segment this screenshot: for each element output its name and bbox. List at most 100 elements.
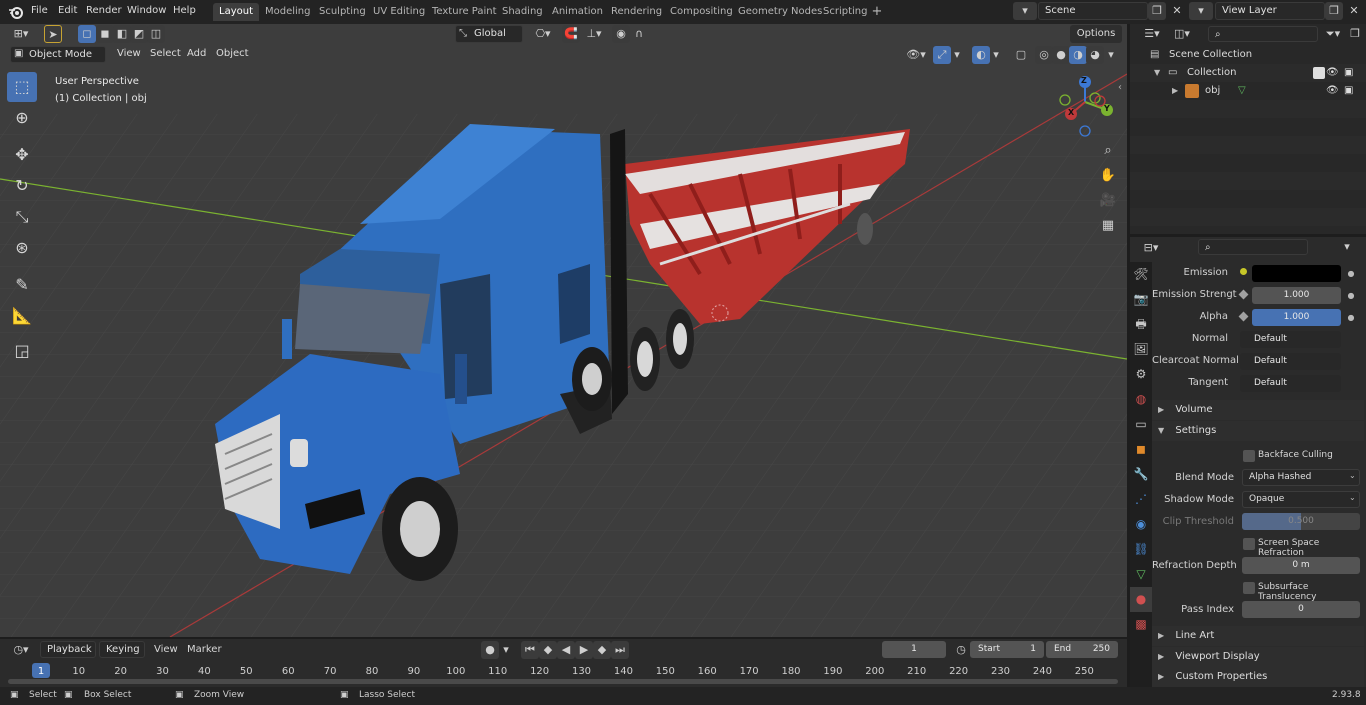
keying-set-icon[interactable]: ▾ [499, 641, 513, 659]
alpha-keyframe-dot[interactable]: ● [1344, 309, 1358, 326]
timeline-editor-type-icon[interactable]: ◷▾ [8, 641, 34, 659]
refraction-depth-field[interactable]: 0 m [1242, 557, 1360, 574]
select-subtract-icon[interactable]: ◧ [113, 25, 131, 43]
menu-help[interactable]: Help [173, 5, 196, 16]
outliner-row-scene-collection[interactable]: ▤ Scene Collection [1130, 46, 1366, 64]
start-frame-field[interactable]: Start 1 [970, 641, 1044, 658]
playback-menu[interactable]: Playback [40, 641, 96, 658]
transform-tool-icon[interactable]: ⊛ [7, 233, 37, 263]
visibility-eye-icon[interactable]: 👁 [1326, 82, 1339, 100]
tab-geometry-nodes[interactable]: Geometry Nodes [732, 3, 828, 21]
tangent-field[interactable]: Default [1240, 375, 1341, 392]
sidebar-toggle-icon[interactable]: ‹ [1118, 82, 1122, 93]
backface-culling-checkbox[interactable] [1243, 450, 1255, 462]
timeline-marker-menu[interactable]: Marker [187, 644, 222, 655]
properties-options-icon[interactable]: ▾ [1338, 238, 1356, 256]
menu-add[interactable]: Add [187, 48, 206, 59]
blend-mode-dropdown[interactable]: Alpha Hashed [1242, 469, 1360, 486]
render-tab-icon[interactable]: 📷 [1130, 287, 1152, 312]
outliner-filter-icon[interactable]: ⏷▾ [1322, 25, 1344, 43]
physics-tab-icon[interactable]: ◉ [1130, 512, 1152, 537]
gizmo-dropdown-icon[interactable]: ▾ [951, 46, 963, 64]
shadow-mode-dropdown[interactable]: Opaque [1242, 491, 1360, 508]
view-layer-icon[interactable]: ▾ [1189, 2, 1213, 20]
shading-dropdown-icon[interactable]: ▾ [1105, 46, 1117, 64]
modifier-tab-icon[interactable]: 🔧 [1130, 462, 1152, 487]
timeline-view-menu[interactable]: View [154, 644, 178, 655]
menu-window[interactable]: Window [127, 5, 166, 16]
output-tab-icon[interactable]: 🖶 [1130, 312, 1152, 337]
add-workspace-button[interactable]: + [870, 4, 884, 19]
emission-color-swatch[interactable] [1252, 265, 1341, 282]
pass-index-field[interactable]: 0 [1242, 601, 1360, 618]
object-data-tab-icon[interactable]: ▽ [1130, 562, 1152, 587]
pan-hand-icon[interactable]: ✋ [1097, 165, 1119, 187]
emission-socket-icon[interactable] [1240, 268, 1247, 275]
overlay-dropdown-icon[interactable]: ▾ [990, 46, 1002, 64]
expand-arrow-icon[interactable]: ▼ [1154, 64, 1160, 82]
custom-properties-panel-header[interactable]: ▶ Custom Properties [1152, 667, 1364, 687]
viewport-display-panel-header[interactable]: ▶ Viewport Display [1152, 647, 1364, 667]
select-intersect-icon[interactable]: ◫ [147, 25, 165, 43]
jump-end-icon[interactable]: ⏭ [611, 641, 629, 659]
tab-layout[interactable]: Layout [213, 3, 259, 21]
scene-type-icon[interactable]: ▾ [1013, 2, 1037, 20]
outliner-row-obj[interactable]: ▶ obj ▽ 👁 ▣ [1130, 82, 1366, 100]
menu-select[interactable]: Select [150, 48, 181, 59]
select-box-tool-icon[interactable]: ⬚ [7, 72, 37, 102]
outliner-search-field[interactable]: ⌕ [1208, 26, 1318, 42]
visibility-eye-icon[interactable]: 👁 [1326, 64, 1339, 82]
menu-edit[interactable]: Edit [58, 5, 77, 16]
properties-editor-type-icon[interactable]: ⊟▾ [1138, 239, 1164, 257]
particles-tab-icon[interactable]: ⋰ [1130, 487, 1152, 512]
tab-texture-paint[interactable]: Texture Paint [426, 3, 503, 21]
editor-type-icon[interactable]: ⊞▾ [8, 25, 34, 43]
3d-viewport[interactable]: User Perspective (1) Collection | obj Z … [0, 24, 1127, 637]
camera-view-icon[interactable]: 🎥 [1097, 190, 1119, 212]
play-reverse-icon[interactable]: ◀ [557, 641, 575, 659]
select-tool-icon[interactable]: ➤ [44, 25, 62, 43]
texture-tab-icon[interactable]: ▩ [1130, 612, 1152, 637]
visibility-icon[interactable]: 👁▾ [902, 46, 930, 64]
snap-toggle-icon[interactable]: 🧲 [562, 25, 580, 43]
tab-sculpting[interactable]: Sculpting [313, 3, 372, 21]
scale-tool-icon[interactable]: ⤡ [7, 202, 37, 232]
xray-toggle-icon[interactable]: ▢ [1012, 46, 1030, 64]
new-collection-icon[interactable]: ❐ [1346, 25, 1364, 43]
volume-panel-header[interactable]: ▶ Volume [1152, 400, 1364, 420]
rendered-shading-icon[interactable]: ◕ [1086, 46, 1104, 64]
wireframe-shading-icon[interactable]: ◎ [1035, 46, 1053, 64]
subsurface-translucency-checkbox[interactable] [1243, 582, 1255, 594]
end-frame-field[interactable]: End 250 [1046, 641, 1118, 658]
rotate-tool-icon[interactable]: ↻ [7, 171, 37, 201]
proportional-falloff-icon[interactable]: ∩ [630, 25, 648, 43]
world-tab-icon[interactable]: ◍ [1130, 387, 1152, 412]
select-new-icon[interactable]: ◻ [78, 25, 96, 43]
gizmo-toggle-icon[interactable]: ⤢ [933, 46, 951, 64]
clip-threshold-slider[interactable]: 0.500 [1242, 513, 1360, 530]
options-button[interactable]: Options [1070, 25, 1122, 43]
jump-start-icon[interactable]: ⏮ [521, 641, 539, 659]
outliner-display-mode-icon[interactable]: ◫▾ [1170, 25, 1194, 43]
screen-space-refraction-checkbox[interactable] [1243, 538, 1255, 550]
measure-tool-icon[interactable]: 📐 [7, 301, 37, 331]
move-tool-icon[interactable]: ✥ [7, 140, 37, 170]
select-invert-icon[interactable]: ◩ [130, 25, 148, 43]
scene-copy-icon[interactable]: ❐ [1148, 2, 1166, 20]
tool-tab-icon[interactable]: 🛠 [1130, 262, 1152, 287]
pivot-point-icon[interactable]: ⎔▾ [530, 25, 556, 43]
solid-shading-icon[interactable]: ● [1052, 46, 1070, 64]
mesh-data-icon[interactable]: ▽ [1238, 82, 1246, 100]
view-layer-field[interactable]: View Layer [1215, 2, 1325, 20]
blender-logo-icon[interactable] [8, 4, 24, 20]
next-keyframe-icon[interactable]: ◆ [593, 641, 611, 659]
alpha-field[interactable]: 1.000 [1252, 309, 1341, 326]
emission-strength-field[interactable]: 1.000 [1252, 287, 1341, 304]
view-layer-copy-icon[interactable]: ❐ [1325, 2, 1343, 20]
exclude-checkbox[interactable] [1313, 67, 1325, 79]
view-layer-tab-icon[interactable]: 🖼 [1130, 337, 1152, 362]
tab-scripting[interactable]: Scripting [817, 3, 873, 21]
proportional-edit-icon[interactable]: ◉ [612, 25, 630, 43]
menu-view[interactable]: View [117, 48, 141, 59]
tab-uv-editing[interactable]: UV Editing [367, 3, 431, 21]
